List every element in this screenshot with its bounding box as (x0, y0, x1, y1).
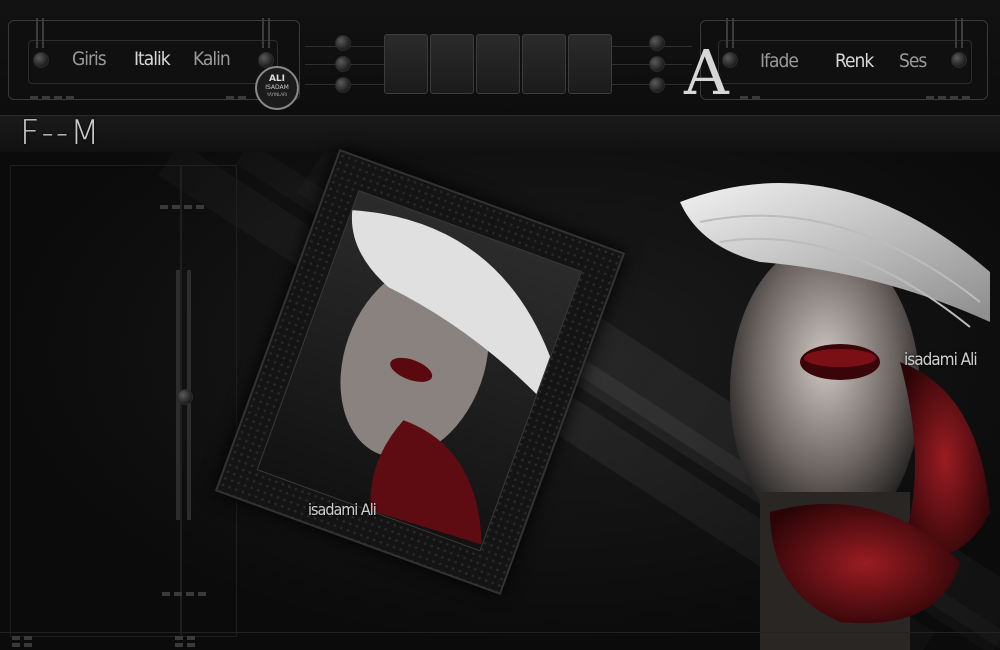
dash (12, 636, 20, 640)
dash (962, 96, 970, 100)
dash (740, 96, 748, 100)
menu-ses[interactable]: Ses (899, 50, 927, 72)
dash (30, 96, 38, 100)
framed-photo-image (256, 190, 583, 552)
tile-button-2[interactable] (430, 34, 474, 94)
menu-italik[interactable]: Italik (134, 48, 171, 70)
rail-bar (42, 18, 44, 48)
rail-bar (36, 18, 38, 48)
dash (752, 96, 760, 100)
bottom-line (0, 632, 1000, 633)
dash (12, 643, 20, 647)
slider-knob-icon[interactable] (177, 389, 193, 405)
dash (198, 592, 206, 596)
title-strip (0, 115, 1000, 153)
dash (187, 643, 195, 647)
dash (184, 205, 192, 209)
left-rail (10, 165, 237, 637)
button-dot-icon[interactable] (649, 35, 665, 51)
button-dot-icon[interactable] (335, 56, 351, 72)
rail-bar (268, 18, 270, 48)
dash (162, 592, 170, 596)
portrait-image (680, 183, 990, 650)
dash (172, 205, 180, 209)
button-dot-icon[interactable] (335, 77, 351, 93)
site-logo[interactable]: F--M (20, 113, 101, 153)
dash (926, 96, 934, 100)
badge-line1: ALI (268, 74, 286, 84)
dash (160, 205, 168, 209)
badge-line3: YAYINLARI (266, 92, 288, 97)
rail-bar (262, 18, 264, 48)
dash (24, 643, 32, 647)
tile-button-4[interactable] (522, 34, 566, 94)
framed-portrait (340, 210, 551, 545)
dash (187, 636, 195, 640)
dash (42, 96, 50, 100)
menu-kalin[interactable]: Kalin (193, 48, 231, 70)
dash (174, 592, 182, 596)
dash (24, 636, 32, 640)
dash (186, 592, 194, 596)
dash (54, 96, 62, 100)
tile-button-3[interactable] (476, 34, 520, 94)
menu-renk[interactable]: Renk (835, 50, 874, 72)
decorative-a-glyph: A (684, 36, 729, 109)
signature-main: isadami Ali (904, 350, 978, 370)
menu-giris[interactable]: Giris (72, 48, 107, 70)
rail-bar (732, 18, 734, 48)
dash (950, 96, 958, 100)
tile-button-1[interactable] (384, 34, 428, 94)
signature-frame: isadami Ali (308, 500, 377, 519)
badge-line2: ISADAM (265, 84, 289, 91)
brand-badge: ALI ISADAM YAYINLARI (255, 66, 299, 110)
dash (238, 96, 246, 100)
dash (226, 96, 234, 100)
dash (938, 96, 946, 100)
rail-bar (955, 18, 957, 48)
dash (66, 96, 74, 100)
button-dot-icon[interactable] (335, 35, 351, 51)
tile-button-5[interactable] (568, 34, 612, 94)
rail-bar (961, 18, 963, 48)
menu-ifade[interactable]: Ifade (760, 50, 799, 72)
button-dot-icon[interactable] (649, 77, 665, 93)
dash (196, 205, 204, 209)
button-dot-icon[interactable] (649, 56, 665, 72)
knob-icon (33, 52, 49, 68)
knob-icon (951, 52, 967, 68)
dash (175, 636, 183, 640)
dash (175, 643, 183, 647)
top-toolbar: Giris Italik Kalin ALI ISADAM YAYINLARI … (0, 0, 1000, 115)
